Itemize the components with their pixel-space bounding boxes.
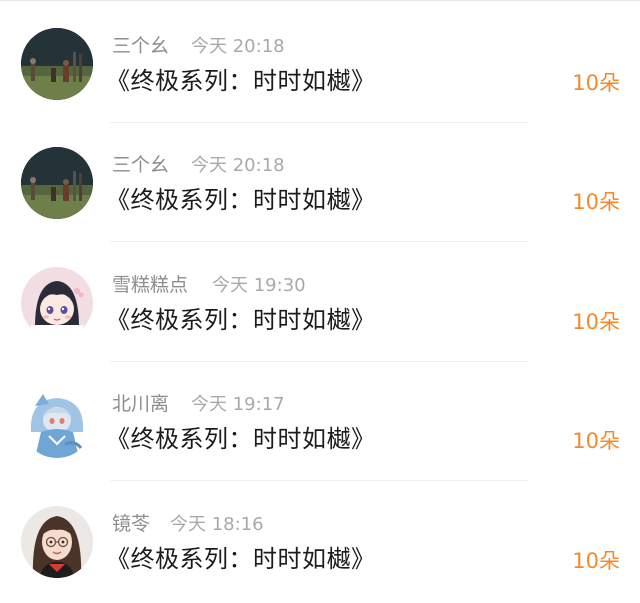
list-item[interactable]: 镜苓 今天 18:16 《终极系列：时时如樾》 10朵	[0, 478, 640, 598]
list-item[interactable]: 雪糕糕点 今天 19:30 《终极系列：时时如樾》 10朵	[0, 239, 640, 362]
avatar[interactable]	[21, 506, 93, 578]
list-item[interactable]: 三个幺 今天 20:18 《终极系列：时时如樾》 10朵	[0, 0, 640, 123]
timestamp: 今天 20:18	[191, 36, 285, 57]
gift-count: 10朵	[572, 190, 620, 214]
work-title[interactable]: 《终极系列：时时如樾》	[106, 424, 376, 454]
gift-record-list: 三个幺 今天 20:18 《终极系列：时时如樾》 10朵 三个幺 今天 20:1…	[0, 0, 640, 603]
avatar[interactable]	[21, 267, 93, 339]
username[interactable]: 镜苓	[112, 513, 150, 535]
anime-shark-hoodie-avatar-icon	[21, 386, 93, 458]
avatar[interactable]	[21, 28, 93, 100]
work-title[interactable]: 《终极系列：时时如樾》	[106, 305, 376, 335]
woman-glasses-avatar-icon	[21, 506, 93, 578]
list-item[interactable]: 三个幺 今天 20:18 《终极系列：时时如樾》 10朵	[0, 119, 640, 242]
timestamp: 今天 20:18	[191, 155, 285, 176]
timestamp: 今天 18:16	[170, 514, 264, 535]
username[interactable]: 三个幺	[112, 35, 169, 57]
gift-count: 10朵	[572, 310, 620, 334]
avatar[interactable]	[21, 386, 93, 458]
gift-count: 10朵	[572, 549, 620, 573]
work-title[interactable]: 《终极系列：时时如樾》	[106, 66, 376, 96]
work-title[interactable]: 《终极系列：时时如樾》	[106, 185, 376, 215]
night-field-figures-avatar-icon	[21, 28, 93, 100]
username[interactable]: 雪糕糕点	[112, 274, 188, 296]
avatar[interactable]	[21, 147, 93, 219]
work-title[interactable]: 《终极系列：时时如樾》	[106, 544, 376, 574]
night-field-figures-avatar-icon	[21, 147, 93, 219]
gift-count: 10朵	[572, 429, 620, 453]
list-item[interactable]: 北川离 今天 19:17 《终极系列：时时如樾》 10朵	[0, 358, 640, 481]
timestamp: 今天 19:17	[191, 394, 285, 415]
username[interactable]: 三个幺	[112, 154, 169, 176]
anime-girl-avatar-icon	[21, 267, 93, 339]
gift-count: 10朵	[572, 71, 620, 95]
timestamp: 今天 19:30	[212, 275, 306, 296]
username[interactable]: 北川离	[112, 393, 169, 415]
